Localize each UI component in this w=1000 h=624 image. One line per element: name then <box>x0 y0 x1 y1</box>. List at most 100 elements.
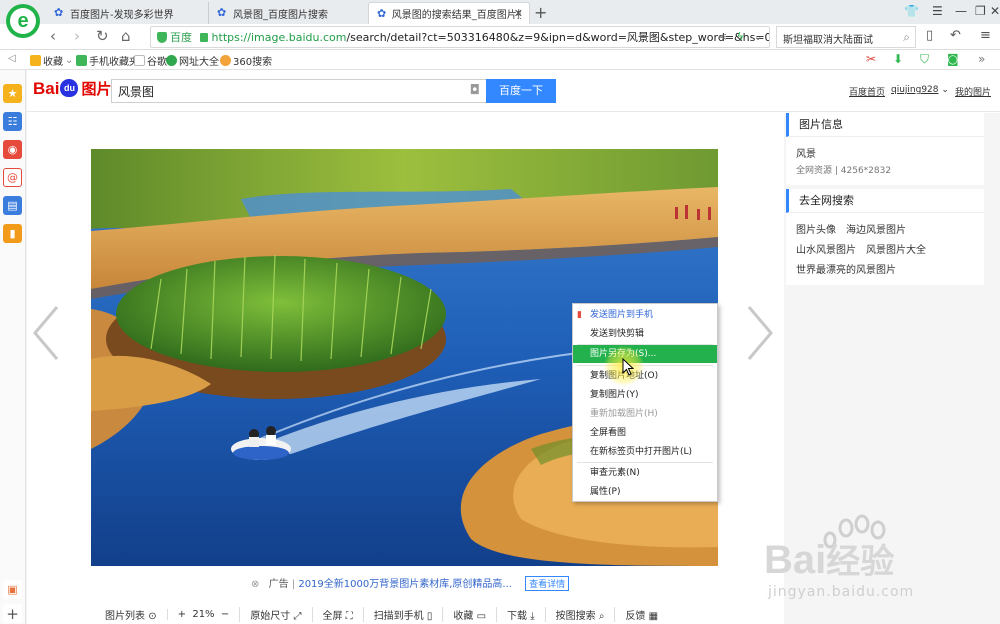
url-tools: ⋖ ϟ ⌄ <box>718 30 763 43</box>
minimize-icon[interactable]: — <box>955 4 967 18</box>
chevron-down-icon: ⌄ <box>65 55 74 66</box>
more-extensions-icon[interactable]: » <box>978 52 985 66</box>
watermark-url: jingyan.baidu.com <box>768 584 915 600</box>
menu-lines-icon[interactable]: ☰ <box>932 4 943 18</box>
menu-copy-image[interactable]: 复制图片(Y) <box>573 386 717 404</box>
bookmark-google[interactable]: 谷歌 <box>134 53 167 68</box>
menu-open-in-new-tab[interactable]: 在新标签页中打开图片(L) <box>573 443 717 461</box>
bookmark-360-search[interactable]: 360搜索 <box>220 53 272 68</box>
camera-icon[interactable]: ◘ <box>470 83 480 98</box>
zoom-level: 21% <box>192 608 215 620</box>
next-image-arrow-icon[interactable] <box>745 303 775 363</box>
bookmark-mobile-favorites[interactable]: 手机收藏夹 <box>76 53 139 68</box>
notebook-icon[interactable]: ▮ <box>3 224 22 243</box>
bookmark-hao-directory[interactable]: 网址大全 <box>166 53 219 68</box>
phone-icon[interactable]: ▯ <box>926 28 933 43</box>
back-arrow-icon[interactable]: ‹ <box>50 27 56 45</box>
tab-baidu-image-home[interactable]: ✿ 百度图片-发现多彩世界 <box>46 2 206 24</box>
baidu-image-logo[interactable]: Bai du 图片 <box>33 78 111 99</box>
bookmark-label: 谷歌 <box>147 57 167 68</box>
site-identity-chip[interactable]: 百度 <box>157 29 192 45</box>
related-search-link[interactable]: 世界最漂亮的风景图片 <box>796 265 896 276</box>
url-input[interactable]: 百度 https://image.baidu.com/search/detail… <box>150 26 770 48</box>
menu-save-image-as[interactable]: 图片另存为(S)... <box>573 345 717 363</box>
restore-icon[interactable]: ❐ <box>975 4 986 18</box>
home-icon[interactable]: ⌂ <box>121 27 131 45</box>
tab-landscape-results-active[interactable]: ✿ 风景图的搜索结果_百度图片搜索 ✕ <box>368 2 530 24</box>
baidu-paw-icon: ✿ <box>377 6 387 20</box>
user-name-link[interactable]: qiujing928 ⌄ <box>891 85 949 95</box>
menu-send-to-quick-edit[interactable]: 发送到快剪辑 <box>573 325 717 343</box>
chevron-down-icon: ⊙ <box>148 610 157 622</box>
viewer-bottom-toolbar: 图片列表 ⊙ + 21% − 原始尺寸 ⤢ 全屏 ⛶ 扫描到手机 ▯ 收藏 ▭ … <box>95 604 695 624</box>
zoom-out-icon[interactable]: − <box>221 609 229 620</box>
ad-view-details-button[interactable]: 查看详情 <box>525 576 570 591</box>
related-search-link[interactable]: 山水风景图片 <box>796 245 856 256</box>
lightning-icon[interactable]: ϟ <box>737 30 744 43</box>
search-by-image-button[interactable]: 按图搜索 ⌕ <box>544 606 615 622</box>
baidu-home-link[interactable]: 百度首页 <box>849 85 885 98</box>
undo-icon[interactable]: ↶ <box>950 28 961 43</box>
skin-shirt-icon[interactable]: 👕 <box>904 4 919 18</box>
weibo-icon[interactable]: ◉ <box>3 140 22 159</box>
logo-text: Bai <box>33 78 60 98</box>
news-icon[interactable]: ☷ <box>3 112 22 131</box>
browser-logo-icon[interactable]: e <box>6 4 40 38</box>
forward-arrow-icon[interactable]: › <box>74 27 80 45</box>
ad-link[interactable]: 2019全新1000万背景图片素材库,原创精品高... <box>298 579 512 590</box>
related-search-link[interactable]: 风景图片大全 <box>866 245 926 256</box>
menu-fullscreen-view[interactable]: 全屏看图 <box>573 424 717 442</box>
add-plus-icon[interactable]: + <box>3 604 22 623</box>
email-icon[interactable]: @ <box>3 168 22 187</box>
original-size-button[interactable]: 原始尺寸 ⤢ <box>239 606 311 622</box>
tab-label: 风景图_百度图片搜索 <box>233 9 328 21</box>
bookmark-favorites[interactable]: 收藏 ⌄ <box>30 53 73 68</box>
browser-search-input[interactable]: 斯坦福取消大陆面试 ⌕ <box>776 26 916 48</box>
zoom-in-icon[interactable]: + <box>178 609 186 620</box>
previous-image-arrow-icon[interactable] <box>31 303 61 363</box>
document-icon[interactable]: ▤ <box>3 196 22 215</box>
ad-tag: 广告 <box>268 579 289 590</box>
lock-icon <box>200 32 208 42</box>
image-info-card: 图片信息 风景 全网资源 | 4256*2832 <box>786 113 984 185</box>
extension-shield-icon[interactable]: ⛉ <box>920 52 929 67</box>
globe-icon <box>166 55 177 66</box>
share-icon[interactable]: ⋖ <box>718 30 727 43</box>
bookmark-label: 收藏 <box>43 57 63 68</box>
page-icon <box>134 55 145 66</box>
extension-download-icon[interactable]: ⬇ <box>893 52 903 66</box>
close-window-icon[interactable]: ✕ <box>990 4 1000 18</box>
collect-button[interactable]: 收藏 ▭ <box>442 606 496 622</box>
download-button[interactable]: 下载 ⤓ <box>496 606 545 622</box>
fullscreen-button[interactable]: 全屏 ⛶ <box>311 606 363 622</box>
menu-properties[interactable]: 属性(P) <box>573 483 717 501</box>
scan-to-phone-button[interactable]: 扫描到手机 ▯ <box>362 606 443 622</box>
feedback-button[interactable]: 反馈 ▦ <box>614 606 668 622</box>
box-icon[interactable]: ▣ <box>3 580 22 599</box>
related-search-link[interactable]: 图片头像 <box>796 225 836 236</box>
search-icon[interactable]: ⌕ <box>903 30 910 45</box>
tab-close-icon[interactable]: ✕ <box>514 7 523 20</box>
image-search-input[interactable]: 风景图 ◘ <box>111 79 487 103</box>
baidu-header: Bai du 图片 风景图 ◘ 百度一下 百度首页 qiujing928 ⌄ 我… <box>27 70 1000 112</box>
menu-copy-image-address[interactable]: 复制图片地址(O) <box>573 367 717 385</box>
favorites-star-icon[interactable]: ★ <box>3 84 22 103</box>
baidu-search-button[interactable]: 百度一下 <box>486 79 556 103</box>
bookmark-label: 网址大全 <box>179 57 219 68</box>
menu-send-to-phone[interactable]: ▮ 发送图片到手机 <box>573 306 717 324</box>
zoom-control[interactable]: + 21% − <box>166 608 240 620</box>
menu-inspect-element[interactable]: 审查元素(N) <box>573 464 717 482</box>
close-ad-icon[interactable]: ⊗ <box>251 579 259 590</box>
chevron-down-icon[interactable]: ⌄ <box>753 30 762 43</box>
scissors-icon[interactable]: ✂ <box>866 52 876 66</box>
image-list-button[interactable]: 图片列表 ⊙ <box>95 607 167 622</box>
web-search-title: 去全网搜索 <box>786 189 984 213</box>
related-search-link[interactable]: 海边风景图片 <box>846 225 906 236</box>
bookmarks-toggle-icon[interactable]: ◁ <box>8 53 16 64</box>
new-tab-plus-icon[interactable]: + <box>534 3 547 22</box>
reload-icon[interactable]: ↻ <box>96 27 109 45</box>
gamepad-icon[interactable]: ◙ <box>947 52 959 66</box>
more-menu-icon[interactable]: ≡ <box>980 28 991 43</box>
tab-landscape-search[interactable]: ✿ 风景图_百度图片搜索 <box>208 2 368 24</box>
my-images-link[interactable]: 我的图片 <box>955 85 991 98</box>
